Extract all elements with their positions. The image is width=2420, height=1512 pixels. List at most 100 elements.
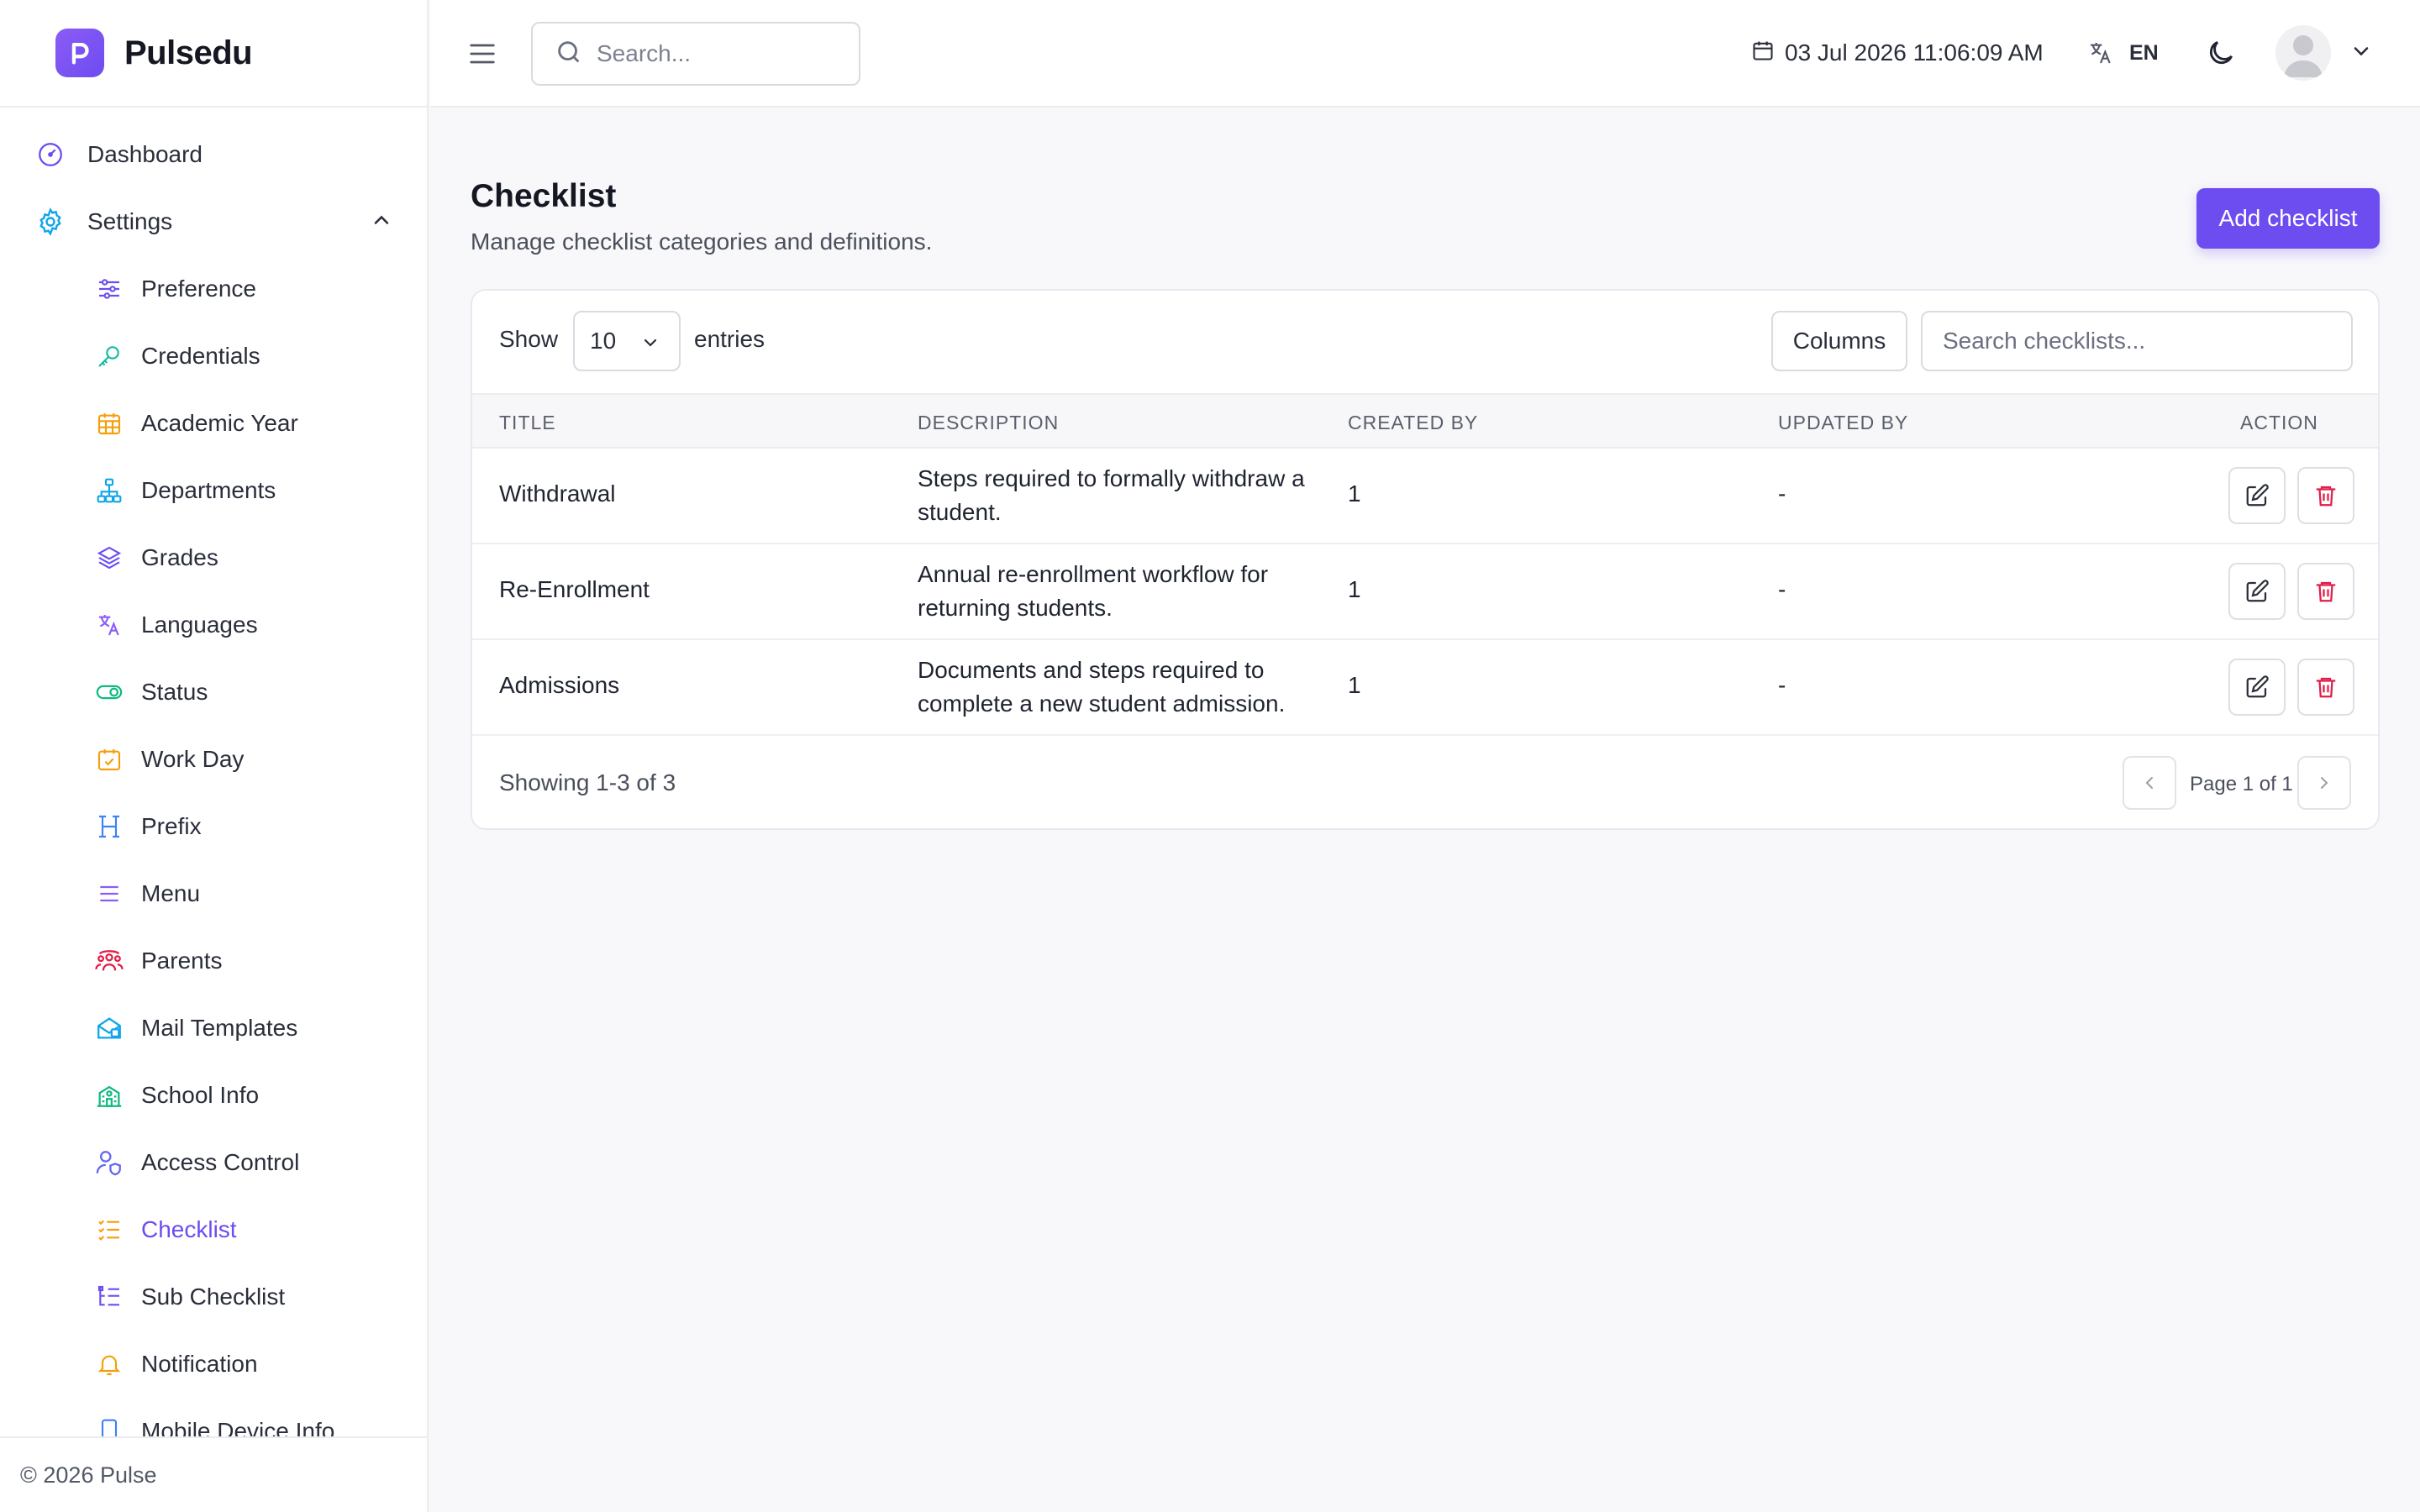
delete-button[interactable] — [2297, 563, 2354, 620]
cell-title: Re-Enrollment — [499, 576, 650, 602]
gear-icon — [34, 205, 67, 239]
previous-page-button[interactable] — [2123, 756, 2176, 810]
page-title: Checklist — [471, 178, 617, 214]
sidebar-item-parents[interactable]: Parents — [0, 936, 427, 986]
sidebar-item-prefix[interactable]: Prefix — [0, 801, 427, 852]
sidebar-item-label: School Info — [141, 1082, 260, 1108]
mail-icon — [92, 1011, 126, 1045]
column-header-created-by[interactable]: CREATED BY — [1348, 412, 1478, 434]
sidebar-item-label: Languages — [141, 612, 258, 638]
entries-value: 10 — [590, 328, 617, 354]
cell-updated-by: - — [1778, 480, 1786, 507]
page-indicator: Page 1 of 1 — [2190, 773, 2293, 795]
sidebar-item-menu[interactable]: Menu — [0, 869, 427, 919]
language-code: EN — [2129, 40, 2159, 65]
heading-icon — [92, 810, 126, 843]
school-icon — [92, 1079, 126, 1112]
trash-icon — [2316, 677, 2336, 698]
sidebar-item-status[interactable]: Status — [0, 667, 427, 717]
sidebar-item-access-control[interactable]: Access Control — [0, 1137, 427, 1188]
sidebar-item-label: Dashboard — [87, 141, 203, 167]
sidebar-item-label: Academic Year — [141, 410, 298, 436]
list-check-icon — [92, 1213, 126, 1247]
columns-button[interactable]: Columns — [1771, 311, 1907, 371]
table-search-input[interactable] — [1943, 328, 2329, 354]
sidebar-item-preference[interactable]: Preference — [0, 264, 427, 314]
column-header-description[interactable]: DESCRIPTION — [918, 412, 1059, 434]
sidebar-item-credentials[interactable]: Credentials — [0, 331, 427, 381]
sidebar-item-mail-templates[interactable]: Mail Templates — [0, 1003, 427, 1053]
showing-count: Showing 1-3 of 3 — [499, 769, 676, 795]
sidebar-item-dashboard[interactable]: Dashboard — [0, 129, 427, 180]
sidebar-item-notification[interactable]: Notification — [0, 1339, 427, 1389]
edit-button[interactable] — [2228, 467, 2286, 524]
column-header-action: ACTION — [2240, 412, 2318, 433]
layers-icon — [92, 541, 126, 575]
sidebar-item-label: Menu — [141, 880, 201, 906]
sidebar-item-label: Mail Templates — [141, 1015, 298, 1041]
chevron-left-icon — [2145, 777, 2153, 789]
cell-updated-by: - — [1778, 576, 1786, 602]
sidebar-item-settings[interactable]: Settings — [0, 197, 427, 247]
gauge-icon — [34, 138, 67, 171]
table-header: TITLE DESCRIPTION CREATED BY UPDATED BY … — [472, 393, 2378, 449]
page-subtitle: Manage checklist categories and definiti… — [471, 228, 933, 255]
sidebar-nav: Dashboard Settings Preference Credential… — [0, 108, 427, 1436]
sidebar-item-school-info[interactable]: School Info — [0, 1070, 427, 1121]
sidebar-item-label: Departments — [141, 477, 276, 503]
sidebar-item-work-day[interactable]: Work Day — [0, 734, 427, 785]
key-icon — [92, 339, 126, 373]
brand[interactable]: Pulsedu — [0, 0, 427, 108]
table-search[interactable] — [1921, 311, 2353, 371]
logo-icon — [55, 29, 104, 77]
calendar-grid-icon — [92, 407, 126, 440]
delete-button[interactable] — [2297, 659, 2354, 716]
sidebar-item-label: Notification — [141, 1351, 258, 1377]
chevron-right-icon — [2321, 777, 2328, 789]
calendar-check-icon — [92, 743, 126, 776]
edit-icon — [2246, 675, 2269, 698]
add-checklist-button[interactable]: Add checklist — [2196, 188, 2380, 249]
edit-button[interactable] — [2228, 659, 2286, 716]
sidebar-item-languages[interactable]: Languages — [0, 600, 427, 650]
cell-description: Annual re-enrollment workflow for return… — [918, 561, 1269, 621]
entries-select[interactable]: 10 — [573, 311, 681, 371]
avatar — [2275, 25, 2331, 81]
edit-button[interactable] — [2228, 563, 2286, 620]
cell-created-by: 1 — [1348, 672, 1361, 698]
moon-icon[interactable] — [2205, 37, 2238, 71]
delete-button[interactable] — [2297, 467, 2354, 524]
sidebar-item-checklist[interactable]: Checklist — [0, 1205, 427, 1255]
next-page-button[interactable] — [2297, 756, 2351, 810]
hamburger-icon[interactable] — [466, 37, 499, 71]
chevron-up-icon — [370, 208, 393, 236]
user-menu[interactable] — [2275, 25, 2373, 81]
sidebar-item-grades[interactable]: Grades — [0, 533, 427, 583]
search-input[interactable] — [597, 40, 849, 67]
sidebar-item-departments[interactable]: Departments — [0, 465, 427, 516]
sidebar-item-label: Credentials — [141, 343, 260, 369]
user-shield-icon — [92, 1146, 126, 1179]
sidebar: Pulsedu Dashboard Settings Preference Cr… — [0, 0, 429, 1512]
table-row: Re-Enrollment Annual re-enrollment workf… — [472, 544, 2378, 640]
sidebar-item-label: Access Control — [141, 1149, 300, 1175]
language-switcher[interactable]: EN — [2087, 34, 2159, 72]
edit-icon — [2246, 484, 2269, 507]
datetime-display: 03 Jul 2026 11:06:09 AM — [1751, 34, 2044, 72]
sidebar-item-sub-checklist[interactable]: Sub Checklist — [0, 1272, 427, 1322]
trash-icon — [2316, 581, 2336, 602]
table-row: Withdrawal Steps required to formally wi… — [472, 449, 2378, 544]
cell-created-by: 1 — [1348, 480, 1361, 507]
list-tree-icon — [92, 1280, 126, 1314]
show-label: Show — [499, 326, 559, 352]
sidebar-item-academic-year[interactable]: Academic Year — [0, 398, 427, 449]
cell-description: Steps required to formally withdraw a st… — [918, 465, 1305, 525]
column-header-updated-by[interactable]: UPDATED BY — [1778, 412, 1908, 434]
sidebar-item-label: Grades — [141, 544, 218, 570]
sidebar-item-label: Settings — [87, 208, 173, 234]
global-search[interactable] — [531, 22, 860, 86]
column-header-title[interactable]: TITLE — [499, 412, 556, 434]
search-icon — [555, 38, 583, 71]
sidebar-item-mobile-device-info[interactable]: Mobile Device Info — [0, 1406, 427, 1436]
sidebar-footer: © 2026 Pulse — [0, 1436, 427, 1512]
